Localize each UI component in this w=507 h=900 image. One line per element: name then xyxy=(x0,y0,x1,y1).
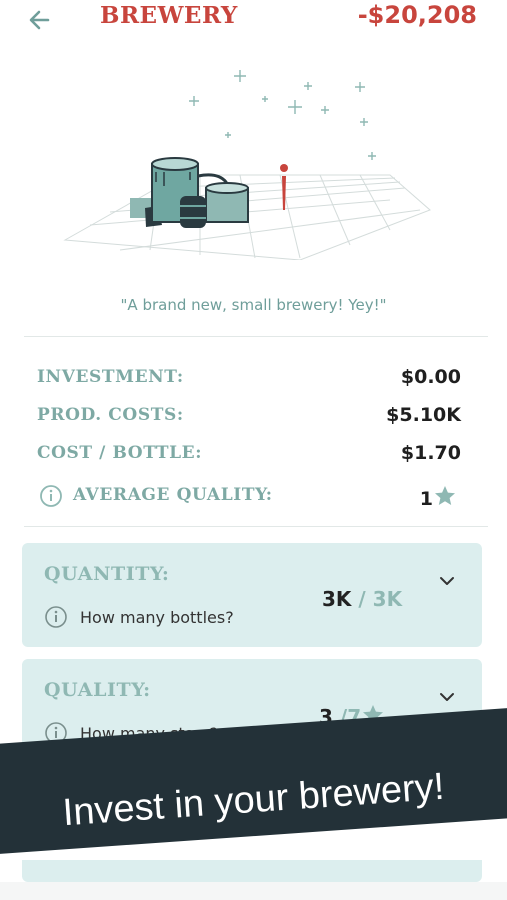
quantity-subtitle: How many bottles? xyxy=(80,608,234,627)
tagline: "A brand new, small brewery! Yey!" xyxy=(120,296,387,314)
average-quality-value: 1 xyxy=(420,484,457,510)
cost-bottle-value: $1.70 xyxy=(400,442,461,464)
divider xyxy=(24,526,488,527)
back-button[interactable] xyxy=(26,6,54,34)
hidden-card[interactable] xyxy=(22,860,482,882)
page-footer xyxy=(0,882,507,900)
header: BREWERY -$20,208 xyxy=(0,0,507,36)
info-icon[interactable] xyxy=(39,484,63,508)
quantity-title: QUANTITY: xyxy=(44,563,170,585)
balance-amount: -$20,208 xyxy=(357,1,477,29)
prod-costs-value: $5.10K xyxy=(386,404,461,426)
brewery-illustration xyxy=(60,60,460,261)
average-quality-label: AVERAGE QUALITY: xyxy=(73,485,273,505)
chevron-down-icon[interactable] xyxy=(438,691,456,703)
quantity-max: 3K xyxy=(372,587,403,611)
star-icon xyxy=(435,486,455,505)
prod-costs-label: PROD. COSTS: xyxy=(37,405,184,425)
average-quality-number: 1 xyxy=(419,488,433,510)
quantity-current: 3K xyxy=(322,587,352,611)
chevron-down-icon[interactable] xyxy=(438,575,456,587)
quality-title: QUALITY: xyxy=(44,679,151,701)
investment-label: INVESTMENT: xyxy=(37,367,184,387)
divider xyxy=(24,336,488,337)
info-icon[interactable] xyxy=(44,605,68,629)
investment-value: $0.00 xyxy=(400,366,461,388)
quantity-value: 3K / 3K xyxy=(322,587,402,611)
quantity-separator: / xyxy=(351,587,373,611)
quantity-card[interactable]: QUANTITY: How many bottles? 3K / 3K xyxy=(22,543,482,647)
arrow-left-icon xyxy=(29,10,50,30)
page-title: BREWERY xyxy=(100,2,238,29)
cost-bottle-label: COST / BOTTLE: xyxy=(37,443,203,463)
